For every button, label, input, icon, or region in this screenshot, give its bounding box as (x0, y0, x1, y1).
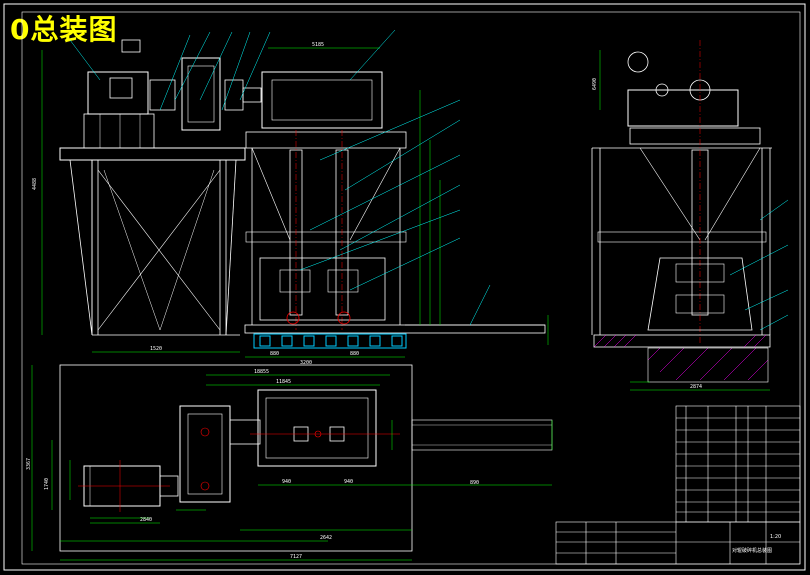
dim-side-height: 6490 (592, 78, 598, 90)
dim-front-height: 4488 (32, 178, 38, 190)
drawing-canvas: 0总装图 1520 5185 880 880 3200 4488 2874 64… (0, 0, 810, 575)
side-view: 2874 6490 (591, 40, 789, 391)
dim-plan-mid-b: 18855 (254, 369, 269, 375)
drawing-scale: 1:20 (770, 534, 781, 540)
dim-roll-gap: 880 (270, 351, 279, 357)
dim-plan-940b: 940 (344, 479, 353, 485)
dim-front-top: 5185 (312, 42, 324, 48)
dim-roll-gap2: 880 (350, 351, 359, 357)
dim-plan-890: 890 (470, 480, 479, 486)
inner-frame (21, 11, 801, 565)
dim-plan-motor: 2642 (320, 535, 332, 541)
dim-plan-mid-a: 11845 (276, 379, 291, 385)
dim-plan-total: 7127 (290, 554, 302, 560)
front-view: 1520 5185 880 880 3200 4488 (32, 29, 549, 366)
dim-plan-height: 3367 (26, 458, 32, 470)
drawing-name: 对辊破碎机总装图 (732, 547, 772, 554)
title-block (555, 405, 801, 565)
dim-front-base: 1520 (150, 346, 162, 352)
dim-plan-gear: 2840 (140, 517, 152, 523)
dim-plan-1740: 1740 (44, 478, 50, 490)
dim-side-width: 2874 (690, 384, 702, 390)
cad-drawing: 1520 5185 880 880 3200 4488 2874 6490 71… (3, 3, 806, 571)
dim-plan-940a: 940 (282, 479, 291, 485)
plan-view: 7127 2642 890 18855 11845 940 940 3367 1… (26, 364, 553, 561)
